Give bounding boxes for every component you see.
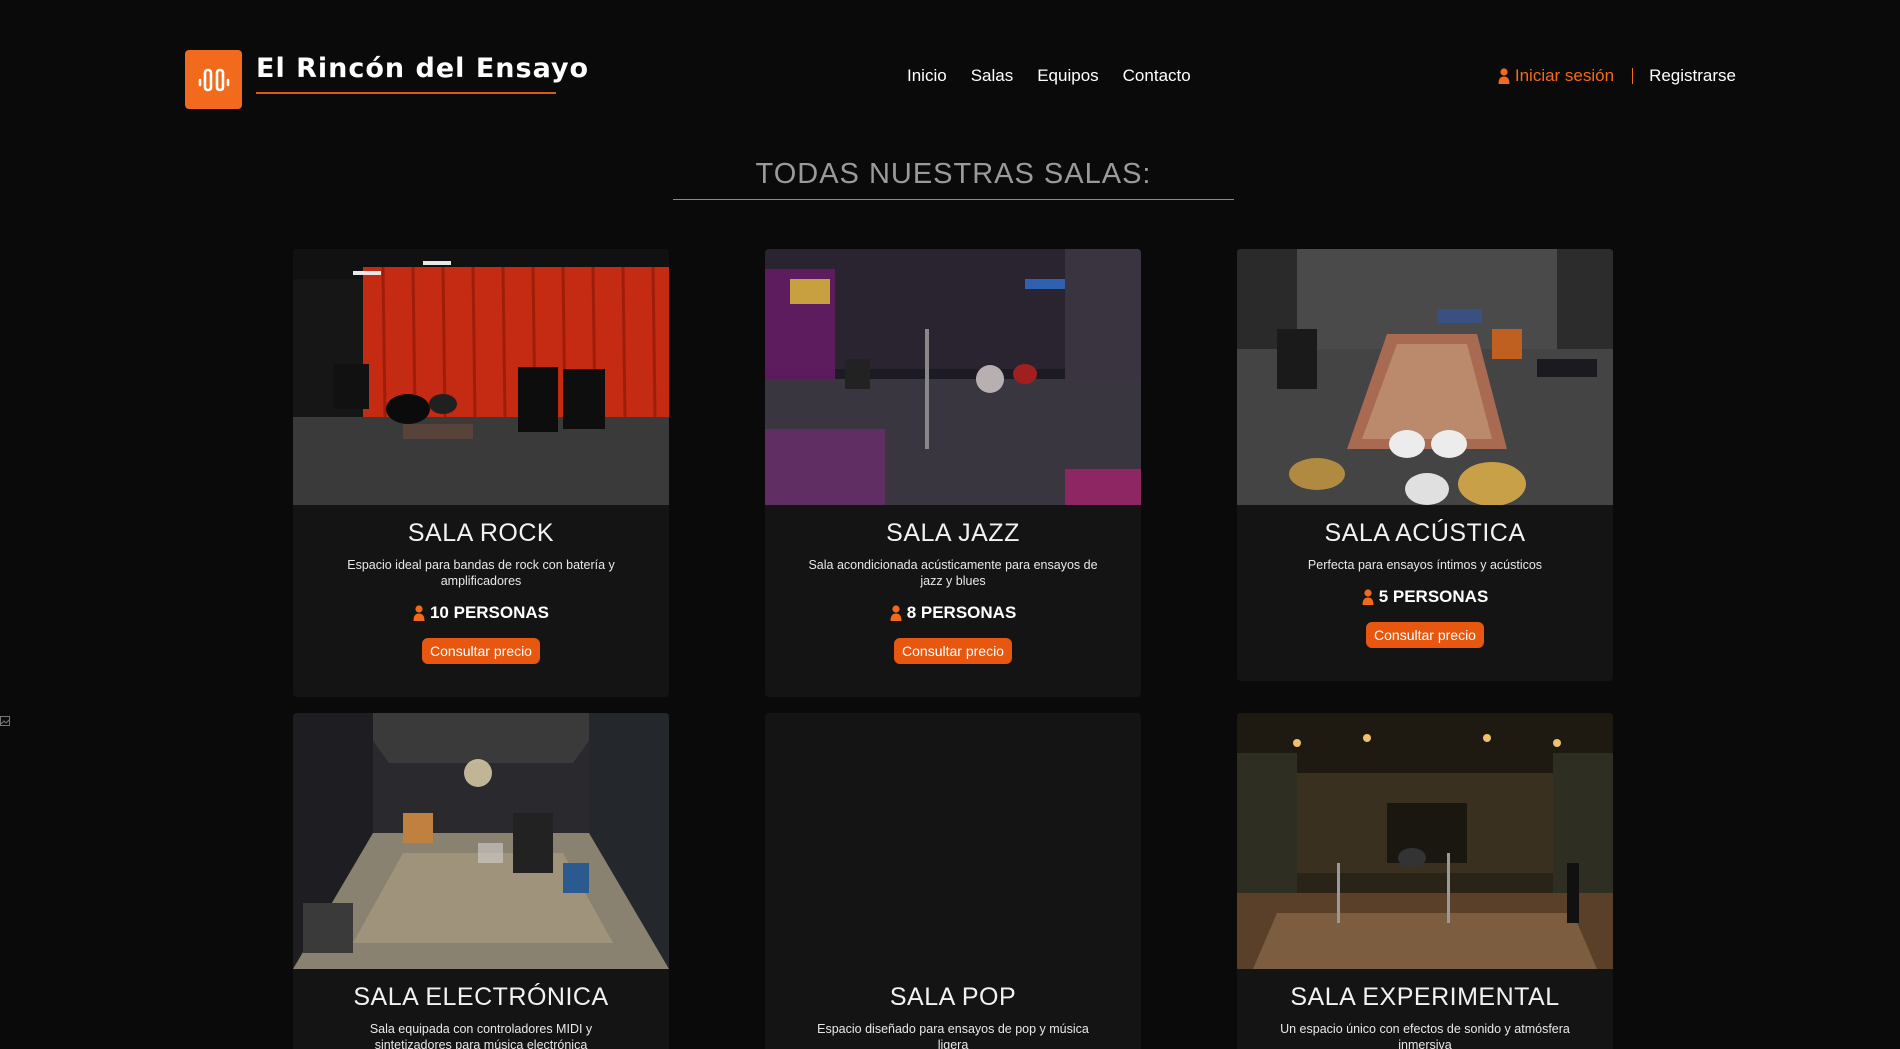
- room-name: SALA POP: [889, 983, 1017, 1011]
- room-capacity-label: 10 PERSONAS: [429, 603, 550, 622]
- user-icon: [890, 605, 902, 621]
- consult-price-button[interactable]: Consultar precio: [422, 638, 540, 664]
- section-divider: [673, 199, 1234, 200]
- room-capacity: 10 PERSONAS: [293, 603, 669, 623]
- room-name: SALA ROCK: [407, 519, 555, 547]
- login-label: Iniciar sesión: [1514, 66, 1615, 85]
- user-icon: [1498, 68, 1510, 84]
- room-image-pop-empty: [765, 713, 1141, 969]
- register-link[interactable]: Registrarse: [1649, 66, 1736, 86]
- room-card-acustica: SALA ACÚSTICA Perfecta para ensayos ínti…: [1237, 249, 1613, 681]
- nav-link-contacto[interactable]: Contacto: [1123, 66, 1191, 86]
- waveform-icon: [185, 50, 242, 109]
- room-description: Sala equipada con controladores MIDI y s…: [369, 1022, 593, 1049]
- room-image-acustica: [1237, 249, 1613, 505]
- room-capacity-label: 5 PERSONAS: [1378, 587, 1489, 606]
- user-icon: [413, 605, 425, 621]
- room-capacity: 5 PERSONAS: [1237, 587, 1613, 607]
- room-capacity: 8 PERSONAS: [765, 603, 1141, 623]
- nav-link-inicio[interactable]: Inicio: [907, 66, 947, 86]
- room-image-rock: [293, 249, 669, 505]
- room-card-pop: SALA POP Espacio diseñado para ensayos d…: [765, 713, 1141, 1049]
- consult-price-button[interactable]: Consultar precio: [894, 638, 1012, 664]
- room-description: Sala acondicionada acústicamente para en…: [808, 558, 1098, 588]
- room-capacity-label: 8 PERSONAS: [906, 603, 1017, 622]
- room-description: Un espacio único con efectos de sonido y…: [1280, 1022, 1570, 1049]
- auth-divider: [1632, 68, 1634, 84]
- room-name: SALA ACÚSTICA: [1324, 519, 1526, 547]
- user-icon: [1362, 589, 1374, 605]
- room-description: Espacio diseñado para ensayos de pop y m…: [817, 1022, 1089, 1049]
- nav-link-equipos[interactable]: Equipos: [1037, 66, 1098, 86]
- brand-name: El Rincón del Ensayo: [256, 53, 590, 84]
- auth-links: Iniciar sesión Registrarse: [1498, 66, 1736, 86]
- room-name: SALA JAZZ: [886, 519, 1020, 547]
- room-name: SALA ELECTRÓNICA: [353, 983, 609, 1011]
- consult-price-button[interactable]: Consultar precio: [1366, 622, 1484, 648]
- site-header: El Rincón del Ensayo Inicio Salas Equipo…: [0, 0, 1900, 160]
- room-card-rock: SALA ROCK Espacio ideal para bandas de r…: [293, 249, 669, 697]
- brand-text-wrap: El Rincón del Ensayo: [256, 53, 589, 94]
- room-image-experimental: [1237, 713, 1613, 969]
- section-title: TODAS NUESTRAS SALAS:: [755, 158, 1152, 190]
- room-card-electronica: SALA ELECTRÓNICA Sala equipada con contr…: [293, 713, 669, 1049]
- nav-link-salas[interactable]: Salas: [971, 66, 1014, 86]
- login-link[interactable]: Iniciar sesión: [1498, 66, 1614, 86]
- brand-underline: [256, 92, 556, 94]
- main-nav: Inicio Salas Equipos Contacto: [907, 66, 1215, 86]
- room-description: Perfecta para ensayos íntimos y acústico…: [1307, 558, 1543, 572]
- brand-logo[interactable]: El Rincón del Ensayo: [185, 50, 589, 109]
- room-card-jazz: SALA JAZZ Sala acondicionada acústicamen…: [765, 249, 1141, 697]
- room-image-jazz: [765, 249, 1141, 505]
- room-card-experimental: SALA EXPERIMENTAL Un espacio único con e…: [1237, 713, 1613, 1049]
- room-name: SALA EXPERIMENTAL: [1290, 983, 1560, 1011]
- room-description: Espacio ideal para bandas de rock con ba…: [347, 558, 615, 588]
- broken-image-icon: [0, 716, 10, 726]
- room-image-electronica: [293, 713, 669, 969]
